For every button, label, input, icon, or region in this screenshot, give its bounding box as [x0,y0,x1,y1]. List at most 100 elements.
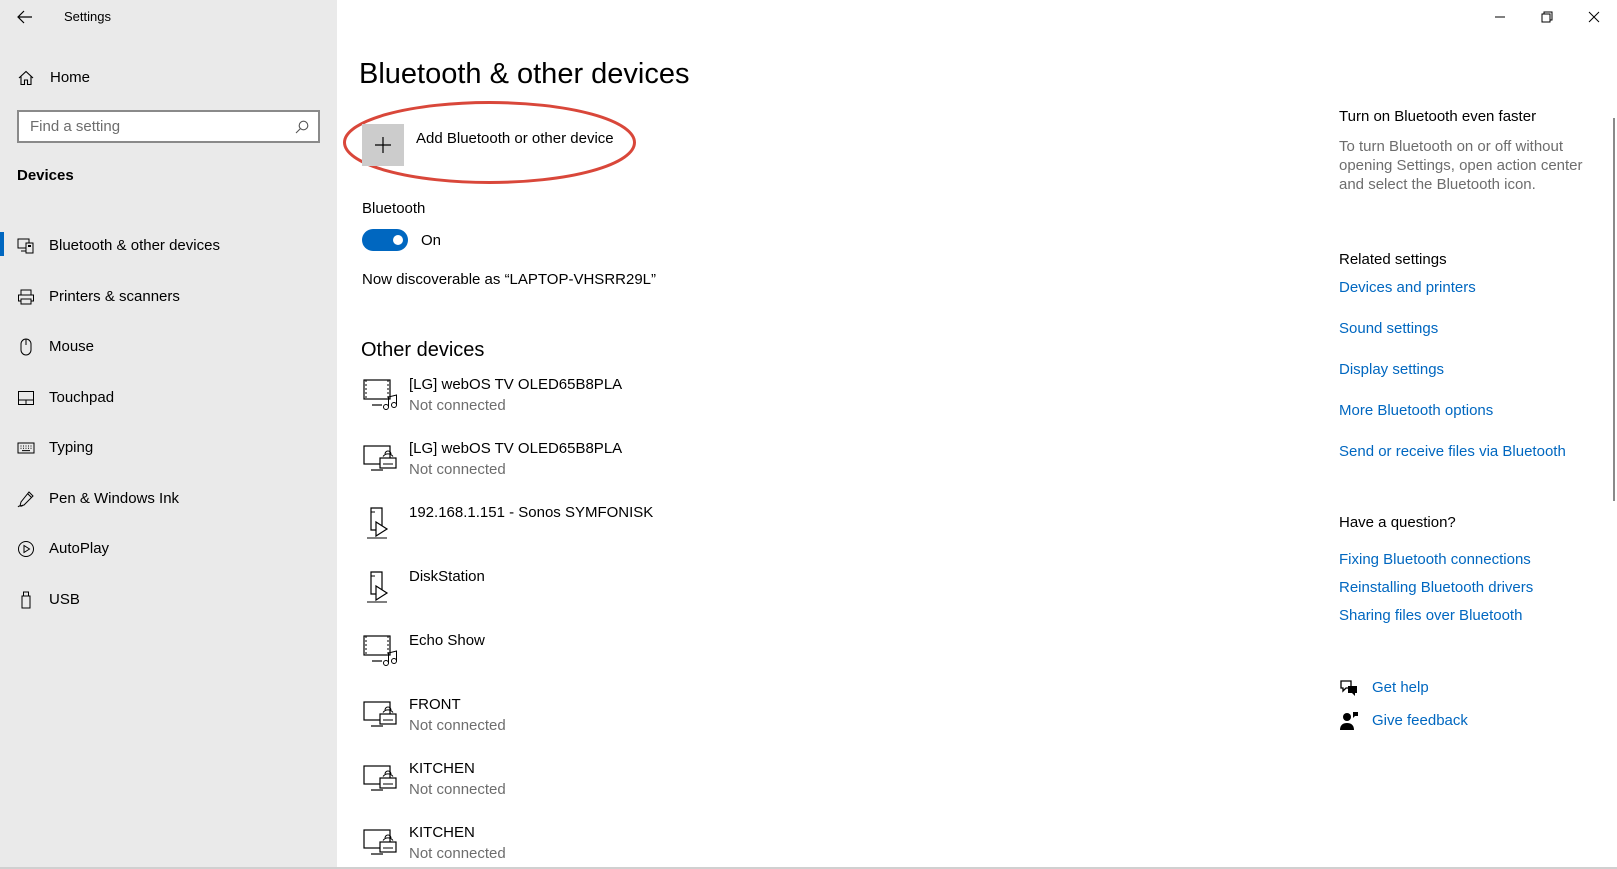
app-title: Settings [64,9,111,24]
link-send-receive-files[interactable]: Send or receive files via Bluetooth [1339,443,1566,460]
device-name: KITCHEN [409,824,475,841]
device-status: Not connected [409,461,506,478]
sidebar-item-usb[interactable]: USB [0,574,337,625]
related-title: Related settings [1339,251,1447,268]
device-name: DiskStation [409,568,485,585]
pen-icon [16,489,36,509]
window-controls [1476,0,1617,34]
get-help-link[interactable]: Get help [1339,678,1429,698]
sidebar-item-label: Typing [49,439,94,456]
sidebar-item-label: Touchpad [49,388,115,406]
sidebar-nav: Bluetooth & other devices Printers & sca… [0,220,337,624]
minimize-button[interactable] [1476,0,1523,34]
link-sound-settings[interactable]: Sound settings [1339,320,1438,337]
device-status: Not connected [409,845,506,862]
faster-text: To turn Bluetooth on or off without open… [1339,138,1583,193]
restore-button[interactable] [1523,0,1570,34]
scrollbar[interactable] [1613,118,1615,501]
network-display-icon [363,829,397,855]
sidebar-item-bluetooth[interactable]: Bluetooth & other devices [0,220,337,271]
bluetooth-label: Bluetooth [362,200,426,217]
back-arrow-icon [17,10,32,24]
device-name: FRONT [409,696,461,713]
sidebar-item-touchpad[interactable]: Touchpad [0,372,337,423]
faster-title: Turn on Bluetooth even faster [1339,108,1537,125]
device-status: Not connected [409,397,506,414]
section-label-devices: Devices [17,167,74,184]
media-player-icon [367,571,389,603]
printer-icon [16,287,36,307]
toggle-state: On [421,232,442,249]
device-name: 192.168.1.151 - Sonos SYMFONISK [409,504,654,521]
give-feedback-link[interactable]: Give feedback [1339,711,1468,731]
bluetooth-devices-icon [16,236,36,256]
link-display-settings[interactable]: Display settings [1339,361,1444,378]
sidebar-item-label: Bluetooth & other devices [49,237,220,254]
media-device-icon [363,379,397,410]
close-icon [1588,11,1599,23]
network-display-icon [363,701,397,727]
sidebar: Settings Home Devices Bluetooth & other … [0,0,337,869]
give-feedback-icon [1340,712,1358,730]
sidebar-item-autoplay[interactable]: AutoPlay [0,523,337,574]
usb-icon [16,590,36,610]
search-icon[interactable] [294,119,310,135]
media-device-icon [363,635,397,666]
device-item[interactable]: [LG] webOS TV OLED65B8PLA Not connected [362,376,762,440]
sidebar-item-label: Mouse [49,338,95,355]
home-icon [18,70,34,86]
device-item[interactable]: Echo Show [362,632,762,696]
link-fixing-bluetooth[interactable]: Fixing Bluetooth connections [1339,551,1531,568]
sidebar-item-label: Printers & scanners [49,287,180,305]
sidebar-item-label: USB [49,590,80,608]
get-help-label: Get help [1372,679,1429,696]
minimize-icon [1494,16,1505,18]
device-name: Echo Show [409,632,485,649]
device-item[interactable]: KITCHEN Not connected [362,824,762,869]
page-title: Bluetooth & other devices [359,58,690,90]
device-item[interactable]: FRONT Not connected [362,696,762,760]
main-content: Bluetooth & other devices Add Bluetooth … [337,0,1617,869]
add-device-button[interactable]: Add Bluetooth or other device [362,124,614,168]
toggle-knob [393,235,403,245]
device-item[interactable]: DiskStation [362,568,762,632]
link-sharing-files[interactable]: Sharing files over Bluetooth [1339,607,1522,624]
keyboard-icon [16,438,36,458]
add-device-label: Add Bluetooth or other device [416,130,614,147]
plus-icon [362,124,404,166]
device-name: [LG] webOS TV OLED65B8PLA [409,376,623,393]
media-player-icon [367,507,389,539]
device-status: Not connected [409,781,506,798]
device-name: [LG] webOS TV OLED65B8PLA [409,440,623,457]
sidebar-item-label: AutoPlay [49,540,110,557]
sidebar-item-typing[interactable]: Typing [0,422,337,473]
sidebar-item-pen[interactable]: Pen & Windows Ink [0,473,337,524]
restore-icon [1541,11,1552,23]
device-name: KITCHEN [409,760,475,777]
sidebar-item-mouse[interactable]: Mouse [0,321,337,372]
sidebar-item-label: Pen & Windows Ink [49,489,180,507]
home-label: Home [50,69,91,86]
search-box [17,110,320,143]
link-more-bluetooth[interactable]: More Bluetooth options [1339,402,1493,419]
mouse-icon [16,337,36,357]
device-list: [LG] webOS TV OLED65B8PLA Not connected … [362,376,762,869]
link-devices-printers[interactable]: Devices and printers [1339,279,1476,296]
device-item[interactable]: [LG] webOS TV OLED65B8PLA Not connected [362,440,762,504]
bluetooth-toggle[interactable] [362,229,408,251]
device-item[interactable]: KITCHEN Not connected [362,760,762,824]
link-reinstalling-drivers[interactable]: Reinstalling Bluetooth drivers [1339,579,1533,596]
network-display-icon [363,445,397,471]
device-item[interactable]: 192.168.1.151 - Sonos SYMFONISK [362,504,762,568]
other-devices-title: Other devices [361,339,485,361]
device-status: Not connected [409,717,506,734]
give-feedback-label: Give feedback [1372,712,1468,729]
back-button[interactable] [14,6,36,28]
sidebar-item-printers[interactable]: Printers & scanners [0,271,337,322]
question-title: Have a question? [1339,514,1456,531]
autoplay-icon [16,539,36,559]
discoverable-text: Now discoverable as “LAPTOP-VHSRR29L” [362,271,657,288]
search-input[interactable] [19,118,279,135]
close-button[interactable] [1570,0,1617,34]
home-nav-item[interactable]: Home [0,62,337,92]
